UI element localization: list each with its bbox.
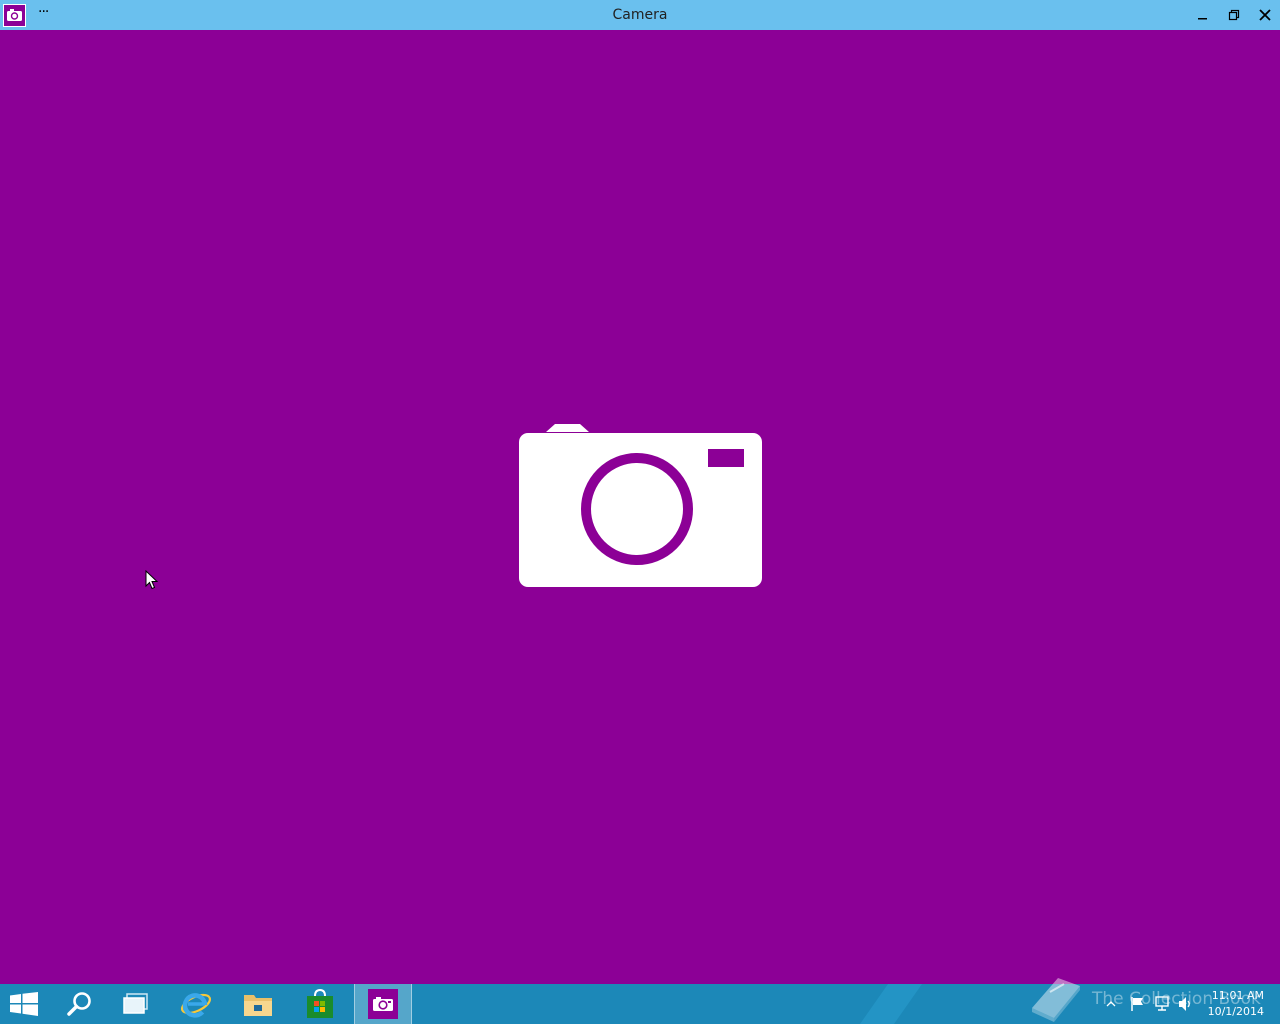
camera-illustration bbox=[519, 424, 763, 588]
clock[interactable]: 11:01 AM 10/1/2014 bbox=[1198, 988, 1264, 1020]
internet-explorer-button[interactable] bbox=[168, 984, 224, 1024]
close-button[interactable] bbox=[1250, 0, 1280, 30]
task-view-icon bbox=[123, 993, 148, 1014]
book-icon bbox=[1032, 978, 1080, 1022]
close-icon bbox=[1259, 9, 1271, 21]
window-title: Camera bbox=[612, 7, 668, 23]
cursor-arrow-icon bbox=[145, 569, 159, 590]
minimize-icon bbox=[1198, 18, 1207, 20]
camera-icon bbox=[368, 989, 398, 1019]
task-view-button[interactable] bbox=[108, 984, 164, 1024]
minimize-button[interactable] bbox=[1188, 0, 1218, 30]
file-explorer-button[interactable] bbox=[230, 984, 286, 1024]
restore-button[interactable] bbox=[1219, 0, 1249, 30]
clock-time: 11:01 AM bbox=[1211, 989, 1264, 1002]
magnifier-icon bbox=[67, 992, 91, 1016]
mouse-cursor bbox=[145, 569, 159, 594]
start-button[interactable] bbox=[0, 984, 48, 1024]
desktop-screen: ··· Camera The Collection Book 11:01 AM … bbox=[0, 0, 1280, 1024]
camera-taskbar-button[interactable] bbox=[354, 984, 412, 1024]
store-button[interactable] bbox=[292, 984, 348, 1024]
clock-date: 10/1/2014 bbox=[1207, 1005, 1264, 1018]
windows-logo-icon bbox=[10, 992, 38, 1016]
camera-icon bbox=[519, 424, 762, 587]
taskbar bbox=[0, 984, 1280, 1024]
title-bar[interactable]: ··· Camera bbox=[0, 0, 1280, 30]
folder-icon bbox=[244, 995, 272, 1016]
store-bag-icon bbox=[307, 989, 333, 1018]
watermark-logo bbox=[1028, 972, 1084, 1024]
search-button[interactable] bbox=[52, 984, 108, 1024]
restore-icon bbox=[1228, 9, 1240, 21]
ie-icon bbox=[180, 993, 212, 1018]
